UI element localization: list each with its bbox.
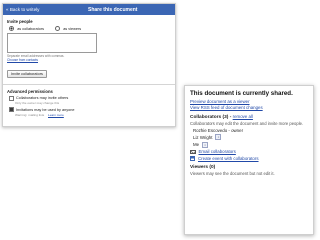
collaborator-item: Me × — [190, 141, 308, 148]
learn-more-link[interactable]: Learn more — [48, 113, 64, 117]
shared-status-title: This document is currently shared. — [190, 90, 293, 97]
preview-as-viewer-link[interactable]: Preview document as a viewer — [190, 99, 308, 104]
remove-collaborator-icon[interactable]: × — [215, 134, 222, 140]
email-icon — [190, 149, 196, 154]
as-viewers-label: as viewers — [63, 26, 82, 31]
collaborators-invite-checkbox[interactable] — [9, 95, 14, 101]
as-viewers-radio[interactable] — [55, 26, 61, 32]
invitations-anyone-note: Warning: mailing lists Learn more — [15, 113, 175, 117]
permission-row-invitations-anyone: Invitations may be used by anyone — [9, 107, 175, 113]
collaborator-item: Rozhie Escovedo - owner — [190, 128, 308, 133]
section-divider — [3, 84, 175, 85]
collaborators-invite-label: Collaborators may invite others — [16, 96, 69, 101]
remove-collaborator-icon[interactable]: × — [202, 141, 209, 148]
share-settings-panel: « Back to writely Share this document In… — [2, 3, 176, 127]
invite-role-options: as collaborators as viewers — [9, 26, 175, 32]
email-collaborators-link[interactable]: Email collaborators — [199, 149, 236, 154]
choose-from-contacts-link[interactable]: Choose from contacts — [7, 58, 175, 62]
invitations-anyone-label: Invitations may be used by anyone — [16, 107, 75, 112]
as-collaborators-label: as collaborators — [17, 26, 44, 31]
invitations-warning-text: Warning: mailing lists — [15, 112, 45, 117]
permission-row-invite-others: Collaborators may invite others — [9, 95, 175, 101]
invite-emails-textarea[interactable] — [7, 33, 97, 54]
collaborators-invite-note: Only the owner may change this — [15, 101, 60, 106]
collaborator-name: Rozhie Escovedo - owner — [193, 127, 244, 133]
collaborator-item: Liz Wright × — [190, 134, 308, 140]
collaborators-heading: Collaborators (3) - remove all — [190, 114, 308, 120]
share-header-bar: « Back to writely Share this document — [3, 4, 175, 15]
invite-people-heading: Invite people — [7, 19, 33, 24]
rss-feed-link[interactable]: View RSS feed of document changes — [190, 105, 308, 110]
remove-all-link[interactable]: remove all — [233, 114, 253, 119]
back-to-writely-link[interactable]: « Back to writely — [6, 7, 39, 12]
as-collaborators-radio[interactable] — [9, 26, 15, 32]
collaborator-name: Me — [193, 142, 200, 147]
invitations-anyone-checkbox[interactable] — [9, 107, 14, 113]
collaborators-description: Collaborators may edit the document and … — [190, 121, 304, 126]
create-event-link[interactable]: Create event with collaborators — [198, 156, 259, 161]
create-event-row[interactable]: Create event with collaborators — [190, 155, 308, 161]
invite-collaborators-button[interactable]: Invite collaborators — [7, 70, 47, 79]
advanced-permissions-heading: Advanced permissions — [7, 88, 53, 94]
collaborators-count: Collaborators (3) - — [190, 115, 233, 120]
share-dialog-title: Share this document — [88, 6, 138, 13]
collaborator-name: Liz Wright — [193, 134, 213, 140]
viewers-heading: Viewers (0) — [190, 164, 216, 170]
email-collaborators-row[interactable]: Email collaborators — [190, 149, 308, 154]
calendar-icon — [190, 155, 195, 161]
viewers-description: Viewers may see the document but not edi… — [190, 170, 275, 176]
shared-status-panel: This document is currently shared. Previ… — [184, 85, 314, 235]
